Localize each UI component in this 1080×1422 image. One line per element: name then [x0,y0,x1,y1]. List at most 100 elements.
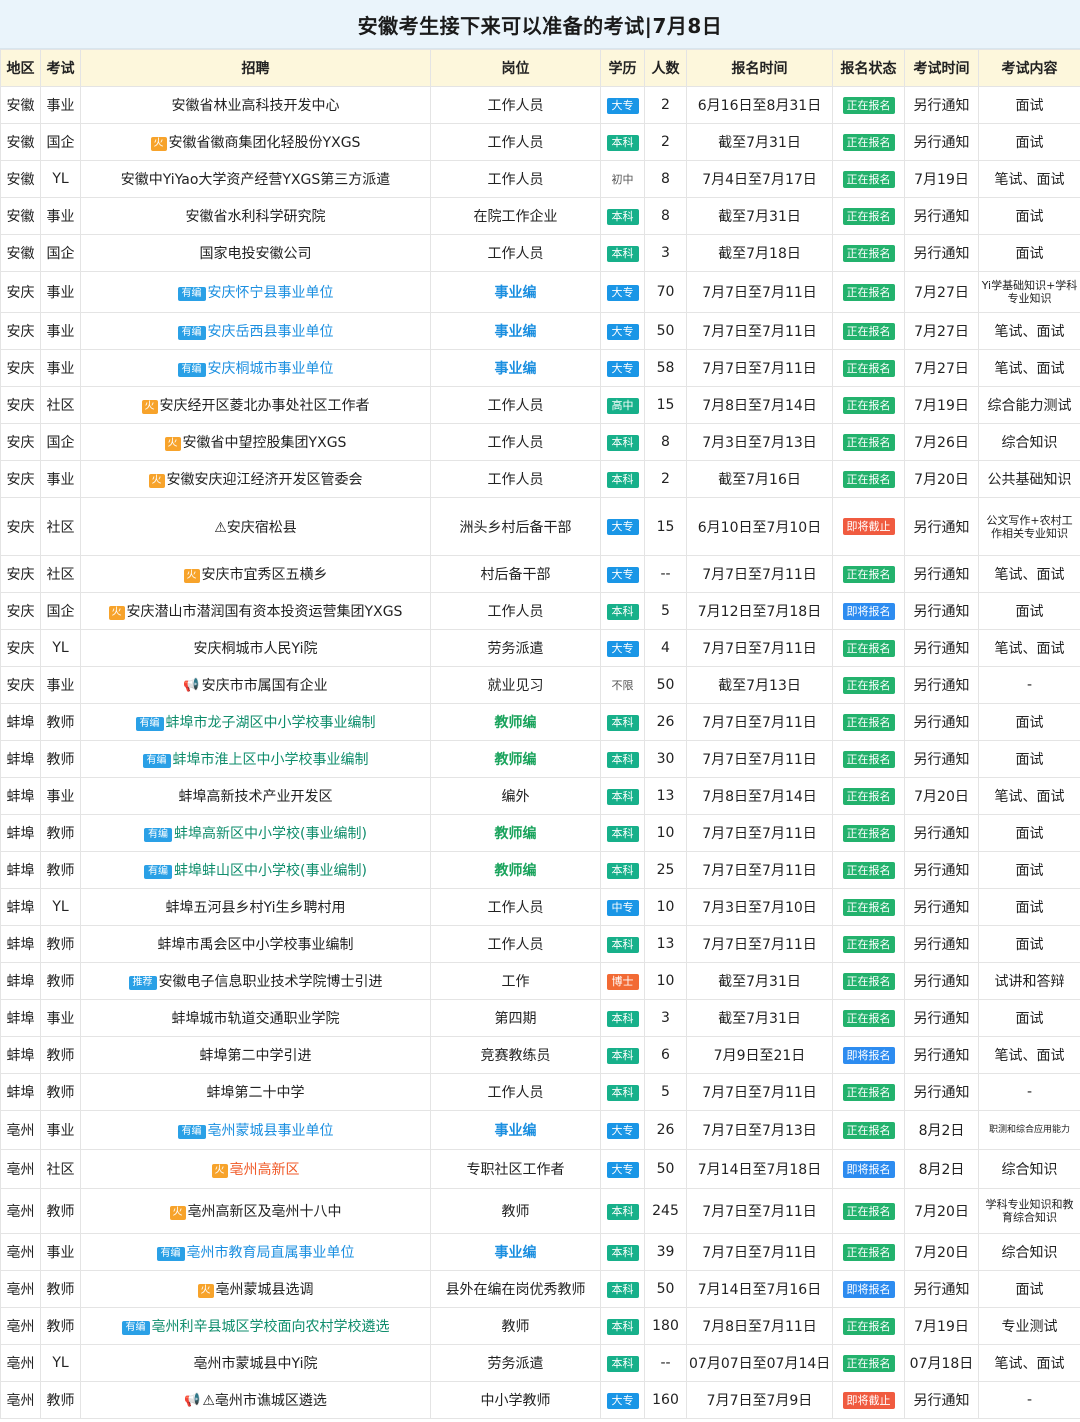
cell-position: 工作人员 [430,86,601,124]
recruit-link[interactable]: 安庆岳西县事业单位 [208,324,334,340]
cell-count: 3 [644,234,687,272]
cell-status: 正在报名 [832,312,905,350]
cell-type: 教师 [40,962,81,1000]
cell-status: 即将报名 [832,1270,905,1308]
recruit-link[interactable]: 亳州利辛县城区学校面向农村学校遴选 [152,1319,390,1335]
cell-signup-time: 7月7日至7月11日 [686,271,833,313]
cell-exam-time: 另行通知 [904,888,979,926]
fire-icon: 火 [148,474,165,488]
cell-recruit: 蚌埠第二十中学 [80,1073,431,1111]
recruit-link[interactable]: 亳州市教育局直属事业单位 [187,1245,355,1261]
cell-type: 教师 [40,1188,81,1234]
cell-signup-time: 7月7日至7月11日 [686,703,833,741]
cell-education: 本科 [600,1036,645,1074]
cell-exam-content: 面试 [978,814,1080,852]
cell-exam-content: - [978,1381,1080,1419]
cell-signup-time: 07月07日至07月14日 [686,1344,833,1382]
cell-position: 工作人员 [430,1073,601,1111]
cell-region: 亳州 [0,1344,41,1382]
recruit-link[interactable]: 蚌埠蚌山区中小学校(事业编制) [174,863,367,879]
cell-status: 即将截止 [832,497,905,556]
cell-position: 事业编 [430,1233,601,1271]
status-badge: 正在报名 [842,898,895,916]
cell-region: 安徽 [0,160,41,198]
cell-region: 亳州 [0,1233,41,1271]
cell-signup-time: 6月10日至7月10日 [686,497,833,556]
cell-count: 50 [644,1149,687,1189]
tag-badge: 有编 [142,754,171,768]
education-badge: 本科 [606,245,639,262]
education-badge: 本科 [606,788,639,805]
cell-exam-content: 面试 [978,86,1080,124]
status-badge: 正在报名 [842,787,895,805]
cell-position: 工作人员 [430,925,601,963]
cell-region: 亳州 [0,1188,41,1234]
table-row: 蚌埠 教师 蚌埠第二中学引进 竞赛教练员 本科 6 7月9日至21日 即将报名 另行通知 笔试、面… [0,1036,1080,1074]
status-badge: 正在报名 [842,283,895,301]
cell-signup-time: 7月14日至7月18日 [686,1149,833,1189]
cell-signup-time: 7月7日至7月13日 [686,1110,833,1150]
recruit-link: 安庆经开区菱北办事处社区工作者 [159,398,370,414]
recruit-link: 国家电投安徽公司 [199,246,312,262]
cell-position: 工作人员 [430,160,601,198]
tag-badge: 有编 [177,363,206,377]
cell-signup-time: 截至7月31日 [686,123,833,161]
cell-region: 蚌埠 [0,703,41,741]
status-badge: 即将截止 [842,1391,895,1409]
recruit-link[interactable]: 蚌埠高新区中小学校(事业编制) [174,826,367,842]
recruit-link[interactable]: 蚌埠市龙子湖区中小学校事业编制 [166,715,376,731]
status-badge: 即将报名 [842,1280,895,1298]
cell-exam-time: 另行通知 [904,1381,979,1419]
cell-region: 蚌埠 [0,1036,41,1074]
cell-exam-time: 另行通知 [904,1036,979,1074]
education-badge: 大专 [606,566,639,583]
cell-exam-time: 另行通知 [904,962,979,1000]
table-row: 蚌埠 事业 蚌埠高新技术产业开发区 编外 本科 13 7月8日至7月14日 正在报名 7月20日… [0,777,1080,815]
cell-position: 工作人员 [430,888,601,926]
cell-position: 工作人员 [430,234,601,272]
table-header-row: 地区 考试 招聘 岗位 学历 人数 报名时间 报名状态 考试时间 考试内容 [0,49,1080,87]
cell-exam-content: 面试 [978,888,1080,926]
cell-region: 安庆 [0,386,41,424]
table-row: 安徽 国企火安徽省徽商集团化轻股份YXGS 工作人员 本科 2 截至7月31日 正在报名 另行… [0,123,1080,161]
cell-region: 安庆 [0,349,41,387]
cell-region: 亳州 [0,1270,41,1308]
recruit-link: 亳州蒙城县选调 [215,1282,314,1298]
education-badge: 本科 [606,1047,639,1064]
cell-recruit: 亳州市蒙城县中Yi院 [80,1344,431,1382]
cell-count: 180 [644,1307,687,1345]
table-row: 蚌埠 教师 蚌埠第二十中学 工作人员 本科 5 7月7日至7月11日 正在报名 另行通知 - [0,1073,1080,1111]
cell-signup-time: 7月12日至7月18日 [686,592,833,630]
status-badge: 即将截止 [842,518,895,535]
cell-signup-time: 7月7日至7月11日 [686,555,833,593]
speaker-icon: 📢 [184,1393,201,1408]
cell-type: 事业 [40,777,81,815]
recruit-link[interactable]: 亳州高新区 [230,1162,300,1178]
cell-recruit: 火安庆经开区菱北办事处社区工作者 [80,386,431,424]
col-header-signup-time: 报名时间 [686,49,833,87]
cell-position: 工作人员 [430,123,601,161]
cell-exam-time: 另行通知 [904,592,979,630]
education-badge: 大专 [606,323,639,340]
cell-signup-time: 7月7日至7月11日 [686,1188,833,1234]
cell-recruit: 推荐 安徽电子信息职业技术学院博士引进 [80,962,431,1000]
recruit-link[interactable]: 安庆桐城市事业单位 [208,361,334,377]
cell-status: 正在报名 [832,160,905,198]
cell-exam-content: 笔试、面试 [978,312,1080,350]
table-row: 亳州 事业 有编 亳州市教育局直属事业单位 事业编 本科 39 7月7日至7月11日 正在报名 7… [0,1233,1080,1271]
education-badge: 本科 [606,208,639,225]
cell-count: 26 [644,1110,687,1150]
recruit-link[interactable]: 亳州蒙城县事业单位 [208,1123,334,1139]
cell-type: 事业 [40,1233,81,1271]
tag-badge: 有编 [135,717,164,731]
education-badge: 本科 [606,714,639,731]
education-badge: 本科 [606,134,639,151]
cell-region: 安庆 [0,423,41,461]
cell-status: 正在报名 [832,349,905,387]
status-badge: 即将报名 [842,602,895,620]
recruit-link[interactable]: 蚌埠市淮上区中小学校事业编制 [173,752,369,768]
recruit-link[interactable]: 安庆怀宁县事业单位 [208,285,334,301]
cell-position: 教师编 [430,851,601,889]
cell-region: 蚌埠 [0,888,41,926]
cell-signup-time: 7月3日至7月10日 [686,888,833,926]
